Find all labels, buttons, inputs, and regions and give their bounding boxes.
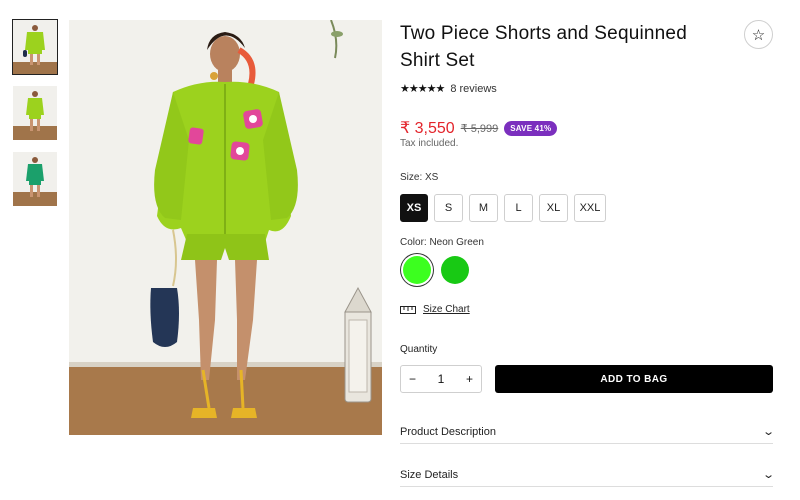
quantity-stepper: − 1 + [400,365,482,393]
discount-badge: SAVE 41% [504,120,558,136]
size-label: Size: XS [400,172,439,183]
ruler-icon [400,305,416,314]
size-option-xs[interactable]: XS [400,194,428,222]
accordion-title: Size Details [400,468,459,481]
rating-row[interactable]: ★★★★★ 8 reviews [400,82,497,96]
compare-price: ₹ 5,999 [460,122,499,135]
wishlist-button[interactable]: ☆ [744,20,773,49]
accordion-size-details[interactable]: Size Details ⌄ [400,463,775,487]
size-option-l[interactable]: L [504,194,533,222]
tax-note: Tax included. [400,138,459,149]
review-count: 8 reviews [450,82,497,95]
plus-icon[interactable]: + [466,372,473,386]
size-option-s[interactable]: S [434,194,463,222]
minus-icon[interactable]: − [409,372,416,386]
size-chart-link[interactable]: Size Chart [400,304,470,315]
add-to-bag-button[interactable]: ADD TO BAG [495,365,773,393]
quantity-label: Quantity [400,344,438,355]
size-option-xl[interactable]: XL [539,194,568,222]
quantity-value[interactable]: 1 [438,372,445,386]
thumbnail-2[interactable] [13,86,57,140]
color-swatch-green[interactable] [441,256,469,284]
chevron-down-icon: ⌄ [761,469,775,481]
color-swatches [400,256,469,284]
size-options: XS S M L XL XXL [400,194,606,222]
chevron-down-icon: ⌄ [761,426,775,438]
size-option-m[interactable]: M [469,194,498,222]
sale-price: ₹ 3,550 [400,120,455,137]
color-label: Color: Neon Green [400,237,484,248]
thumbnail-list [12,19,58,218]
thumbnail-3[interactable] [13,152,57,206]
main-product-image[interactable] [69,20,382,435]
price-row: ₹ 3,550 ₹ 5,999 SAVE 41% [400,118,558,138]
product-info-panel: Two Piece Shorts and Sequinned Shirt Set… [400,20,775,487]
size-chart-label: Size Chart [423,304,470,315]
rating-stars-icon: ★★★★★ [400,83,445,95]
thumbnail-1[interactable] [12,19,58,75]
accordion-product-description[interactable]: Product Description ⌄ [400,420,775,444]
product-page: Two Piece Shorts and Sequinned Shirt Set… [0,0,800,500]
product-title: Two Piece Shorts and Sequinned Shirt Set [400,23,687,71]
color-swatch-neon-green[interactable] [403,256,431,284]
star-outline-icon: ☆ [751,26,766,44]
size-option-xxl[interactable]: XXL [574,194,606,222]
accordion-title: Product Description [400,425,496,438]
